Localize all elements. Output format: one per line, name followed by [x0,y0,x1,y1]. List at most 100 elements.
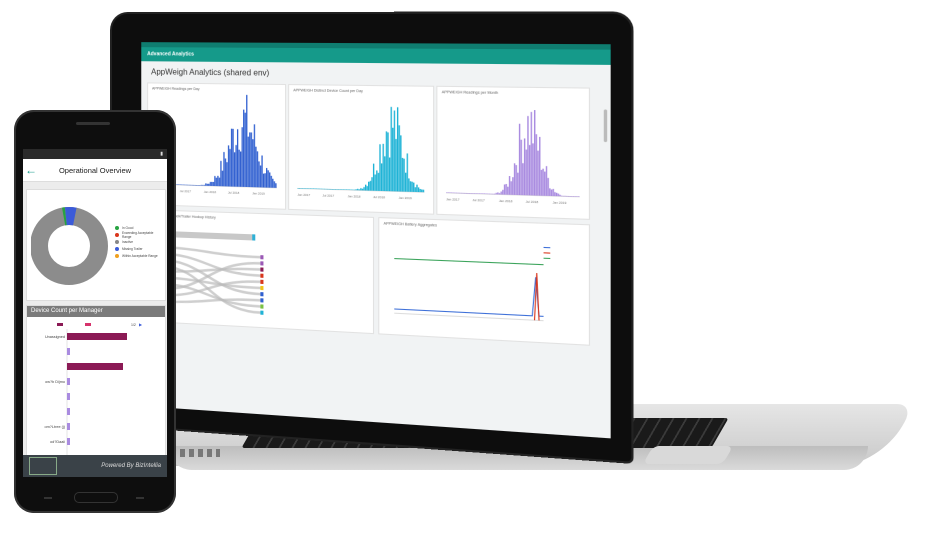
histogram-bar [512,177,514,195]
legend-item[interactable]: Exceeding Acceptable Range [115,230,163,239]
histogram-bar [319,188,321,190]
manager-bar [67,438,70,445]
histogram-bar [527,116,529,196]
histogram-bar [528,145,531,196]
histogram-bar [181,184,183,186]
legend-label: Missing Trailer [122,246,143,251]
manager-bar [67,363,123,370]
histogram-bar [535,134,538,196]
histogram-bar [520,139,522,196]
x-tick-label: Jan 2019 [252,191,265,196]
histogram-bar [513,163,516,195]
sankey-right-node [260,267,264,272]
histogram-bar [530,111,533,196]
histogram-bar [510,181,512,195]
phone-body: ▮ ← Operational Overview In Good Exceedin… [14,110,176,513]
histogram-bar [492,193,494,195]
histogram-bar [205,183,207,186]
x-tick-label: Jul 2018 [373,195,385,200]
histogram-bar [470,193,473,194]
histogram-bar [241,127,243,187]
histogram-bar [385,131,388,192]
histogram-bar [193,184,195,186]
histogram-bar [500,191,502,195]
histogram-bar [253,124,256,188]
histogram-bar [413,182,415,192]
histogram-bar [244,112,246,187]
panel-hookup-history[interactable]: APPWEIGH Truck/Trailer Hookup History [147,209,375,335]
histogram-bar [202,184,204,186]
histogram-bar [247,136,249,188]
histogram-bar [230,128,233,187]
sankey-right-node [260,310,264,315]
histogram-bar [475,193,478,194]
histogram-bar [533,110,536,196]
histogram-bar [414,187,417,192]
histogram-bar [569,195,571,197]
histogram-bar [364,184,367,191]
histogram-bar [223,152,225,187]
recent-apps-button[interactable] [44,497,52,499]
panel-readings-per-month[interactable]: APPWEIGH Readings per Month Jan 2017 Jul … [436,85,591,220]
histogram-bar [308,188,310,189]
histogram-bar [353,189,356,191]
histogram-bar [185,184,187,186]
histogram-bar [360,188,362,191]
histogram-bar [454,192,456,194]
histogram-bar [327,188,329,190]
x-tick-label: Jan 2018 [348,194,361,199]
histogram-bar [358,189,360,191]
back-button[interactable] [136,497,144,499]
bar-legend-page: 1/2 [131,323,136,327]
sankey-right-node [260,285,264,291]
histogram-bar [388,157,391,192]
back-arrow-icon[interactable]: ← [23,163,39,177]
phone-screen: ▮ ← Operational Overview In Good Exceedin… [23,149,167,477]
legend-item[interactable]: Within Acceptable Range [115,252,163,259]
panel-device-count-per-day[interactable]: APPWEIGH Distinct Device Count per Day J… [288,84,435,215]
histogram-bar [233,152,236,187]
histogram-bar [208,183,210,186]
legend-item[interactable]: Inactive [115,238,163,245]
histogram-bar [240,151,242,187]
panel-battery-aggregates[interactable]: APPWEIGH Battery Aggregates [378,217,591,346]
histogram-bar [571,196,573,197]
manager-bar [67,378,70,385]
histogram-bar [215,177,218,187]
histogram-bar [187,184,189,186]
histogram-bar [416,184,418,193]
legend-label: Within Acceptable Range [122,253,158,258]
histogram-bar [515,165,517,195]
legend-label: Exceeding Acceptable Range [122,230,154,239]
histogram-bar [374,174,376,191]
sankey-right-node [260,279,264,285]
histogram-bar [545,166,548,196]
bar-card-title: Device Count per Manager [27,306,165,317]
histogram-bar [502,189,504,195]
brand-logo [29,457,57,475]
dashboard-title: AppWeigh Analytics (shared env) [151,67,270,78]
histogram-bar [552,188,554,197]
histogram-bar [363,187,365,191]
manager-label: ow?b Dijmo [45,380,65,384]
histogram-bar [505,183,507,195]
histogram-bar [372,163,375,191]
histogram-bar [544,171,546,196]
histogram-bar [465,192,468,194]
sankey-right-node [260,261,264,266]
histogram-bar [352,189,354,191]
histogram-bar [218,177,221,187]
x-tick-label: Jan 2017 [446,197,460,202]
histogram-bar [561,195,563,197]
dashboard-scrollbar[interactable] [603,109,608,143]
home-button[interactable] [74,492,118,503]
histogram-bar [380,163,383,191]
legend-next-icon[interactable]: ▶ [139,322,143,327]
histogram-bar [196,184,198,186]
legend-item[interactable]: Missing Trailer [115,245,163,252]
histogram-bar [342,189,345,190]
histogram-bar [550,189,553,197]
histogram-bar [338,189,340,190]
sankey-right-node [260,255,264,260]
manager-bar [67,393,70,400]
